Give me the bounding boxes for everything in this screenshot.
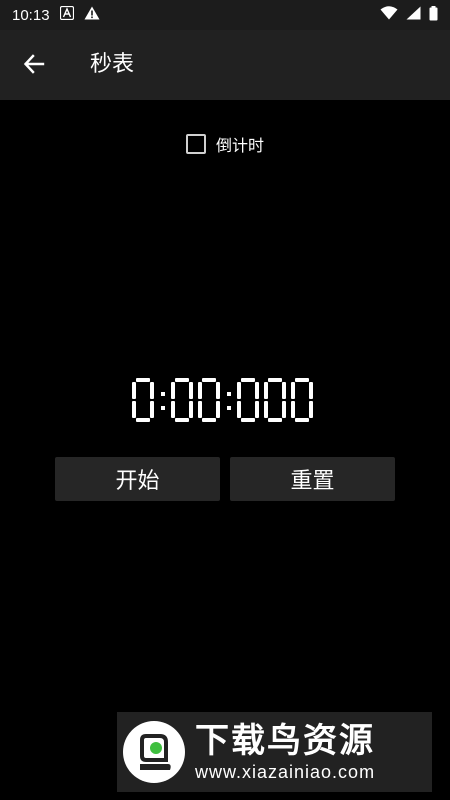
page-title: 秒表 <box>90 52 135 77</box>
back-button[interactable] <box>18 50 50 82</box>
reset-button[interactable]: 重置 <box>230 457 395 501</box>
watermark: 下载鸟资源 www.xiazainiao.com <box>117 712 432 792</box>
timer-digit <box>264 378 286 422</box>
wifi-icon <box>380 6 398 24</box>
status-left: 10:13 <box>12 5 100 24</box>
app-bar: 秒表 <box>0 30 450 100</box>
warning-icon <box>84 6 100 24</box>
watermark-text: 下载鸟资源 www.xiazainiao.com <box>195 721 375 783</box>
watermark-logo <box>123 721 185 783</box>
text-a-icon <box>59 5 74 24</box>
countdown-checkbox[interactable] <box>185 134 206 154</box>
status-bar: 10:13 <box>0 0 450 30</box>
timer-colon <box>161 392 165 410</box>
timer-display <box>0 360 450 440</box>
countdown-option: 倒计时 <box>0 132 450 156</box>
status-right <box>380 5 438 25</box>
signal-icon <box>406 6 421 24</box>
timer-digit <box>132 378 154 422</box>
timer-digits <box>132 378 313 422</box>
status-time: 10:13 <box>12 6 50 24</box>
button-row: 开始 重置 <box>55 457 395 501</box>
timer-digit <box>291 378 313 422</box>
countdown-label[interactable]: 倒计时 <box>216 132 264 156</box>
timer-digit <box>198 378 220 422</box>
back-arrow-icon <box>23 53 45 79</box>
timer-digit <box>237 378 259 422</box>
battery-icon <box>429 5 438 25</box>
watermark-name: 下载鸟资源 <box>195 721 375 761</box>
timer-digit <box>171 378 193 422</box>
watermark-url: www.xiazainiao.com <box>195 762 376 782</box>
bird-logo-icon <box>140 734 171 770</box>
start-button[interactable]: 开始 <box>55 457 220 501</box>
timer-colon <box>227 392 231 410</box>
